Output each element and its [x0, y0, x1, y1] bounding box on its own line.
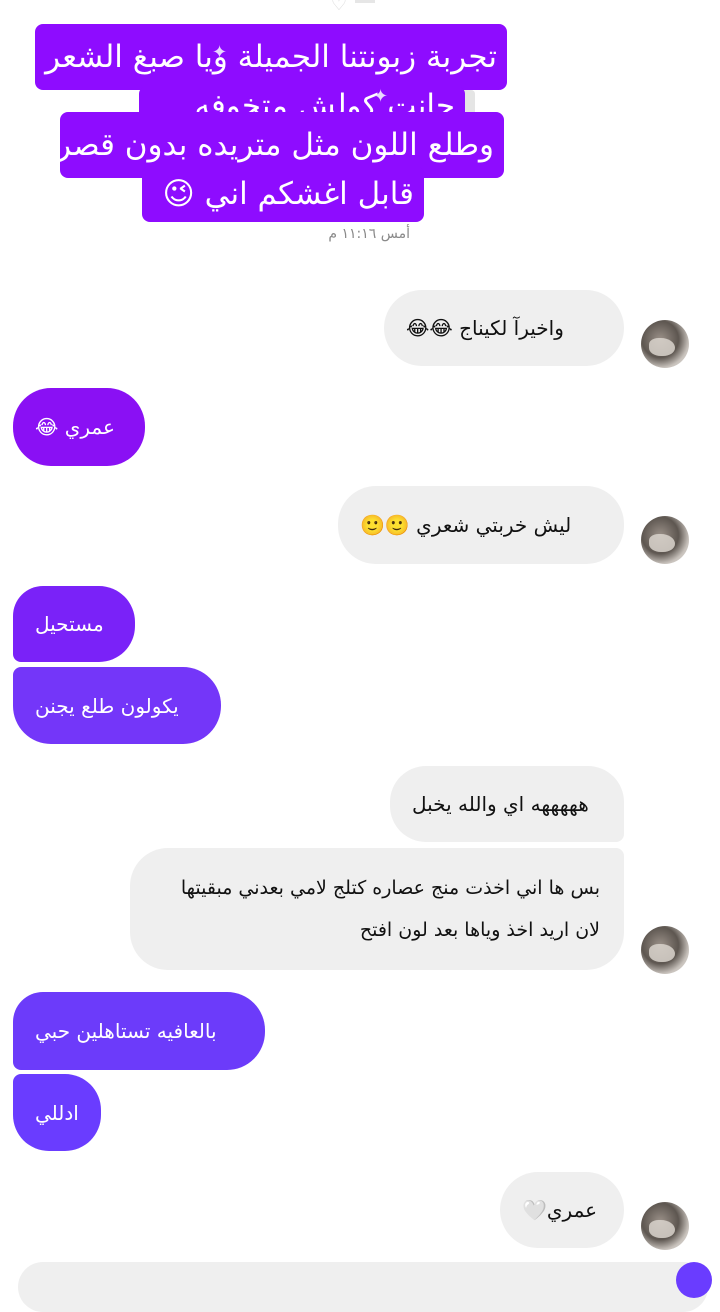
white-heart-icon: ♡: [330, 0, 348, 15]
user-avatar[interactable]: [641, 516, 689, 564]
camera-button[interactable]: [676, 1262, 712, 1298]
message-bubble-incoming[interactable]: واخيرآ لكيناج 😂😂: [384, 290, 624, 366]
sparkle-icon: ✦: [212, 42, 228, 63]
user-avatar[interactable]: [641, 926, 689, 974]
message-bubble-outgoing[interactable]: ادللي: [13, 1074, 101, 1151]
caption-line-4: قابل اغشكم اني 😉: [142, 166, 424, 222]
message-bubble-incoming[interactable]: عمري🤍: [500, 1172, 624, 1248]
message-bubble-outgoing[interactable]: عمري 😂: [13, 388, 145, 466]
message-bubble-incoming[interactable]: هههههه اي والله يخبل: [390, 766, 624, 842]
message-timestamp: أمس ١١:١٦ م: [328, 226, 410, 242]
user-avatar[interactable]: [641, 320, 689, 368]
message-input[interactable]: [18, 1262, 708, 1312]
message-bubble-outgoing[interactable]: بالعافيه تستاهلين حبي: [13, 992, 265, 1070]
user-avatar[interactable]: [641, 1202, 689, 1250]
top-divider: [355, 0, 375, 3]
caption-line-1: تجربة زبونتنا الجميلة ويا صبغ الشعر: [35, 24, 507, 90]
message-bubble-incoming[interactable]: ليش خربتي شعري 🙂🙂: [338, 486, 624, 564]
message-bubble-outgoing[interactable]: يكولون طلع يجنن: [13, 667, 221, 744]
sparkle-icon: ✦: [373, 86, 389, 107]
message-bubble-incoming[interactable]: بس ها اني اخذت منج عصاره كتلج لامي بعدني…: [130, 848, 624, 970]
message-bubble-outgoing[interactable]: مستحيل: [13, 586, 135, 662]
